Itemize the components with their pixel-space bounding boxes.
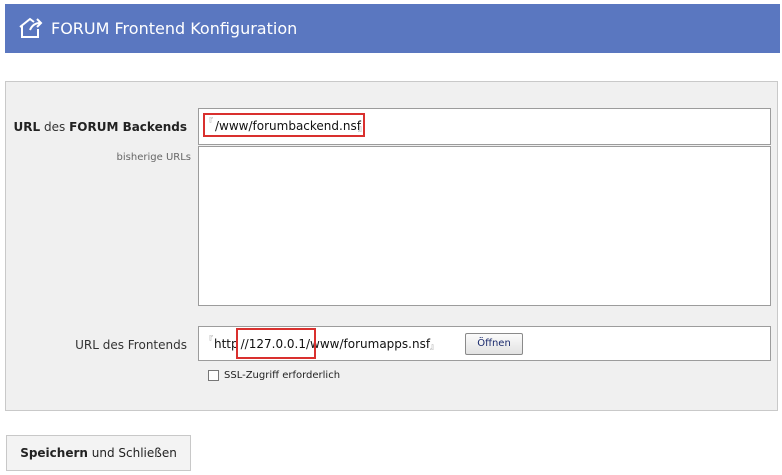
page-title: FORUM Frontend Konfiguration <box>51 19 298 38</box>
ssl-checkbox-row[interactable]: SSL-Zugriff erforderlich <box>208 370 340 382</box>
ssl-checkbox-label: SSL-Zugriff erforderlich <box>224 370 341 381</box>
home-arrow-icon[interactable] <box>17 16 43 40</box>
backend-url-label: URL des FORUM Backends <box>13 120 187 134</box>
open-button[interactable]: Öffnen <box>465 333 523 355</box>
history-urls-list[interactable] <box>198 146 771 306</box>
ssl-checkbox[interactable] <box>208 370 219 381</box>
field-start-marker-icon: 『 <box>205 335 213 344</box>
backend-url-field[interactable]: 『 /www/forumbackend.nsf 』 <box>198 108 771 145</box>
save-and-close-button[interactable]: Speichern und Schließen <box>6 435 191 471</box>
backend-url-highlight <box>203 113 365 137</box>
page-header: FORUM Frontend Konfiguration <box>5 4 780 53</box>
config-panel: URL des FORUM Backends 『 /www/forumbacke… <box>5 81 778 411</box>
frontend-url-highlight <box>236 328 316 359</box>
field-end-marker-icon: 』 <box>430 342 438 351</box>
frontend-url-label: URL des Frontends <box>75 338 187 352</box>
frontend-url-field[interactable]: 『 http//127.0.0.1/www/forumapps.nsf 』 Öf… <box>198 326 771 361</box>
history-urls-label: bisherige URLs <box>116 152 191 163</box>
